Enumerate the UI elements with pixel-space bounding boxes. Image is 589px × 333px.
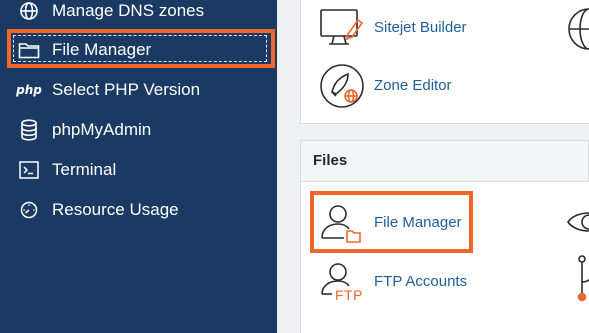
sidebar-item-terminal[interactable]: Terminal — [0, 150, 277, 190]
ftp-icon-text: FTP — [335, 287, 363, 303]
sidebar-item-label: Select PHP Version — [52, 80, 201, 99]
sidebar-item-label: phpMyAdmin — [52, 120, 152, 139]
tool-zone-editor[interactable]: Zone Editor — [318, 62, 478, 110]
ftp-user-icon: FTP — [318, 258, 366, 306]
sidebar-item-select-php-version[interactable]: php Select PHP Version — [0, 70, 277, 110]
tool-label: Zone Editor — [374, 77, 452, 94]
tool-ftp-accounts[interactable]: FTP FTP Accounts — [318, 258, 468, 306]
database-icon — [17, 118, 41, 142]
sidebar-item-label: Manage DNS zones — [52, 1, 205, 20]
tool-label: FTP Accounts — [374, 273, 468, 290]
terminal-icon — [17, 158, 41, 182]
focus-outline — [13, 35, 267, 62]
php-icon-text: php — [16, 83, 42, 97]
sidebar-item-resource-usage[interactable]: Resource Usage — [0, 190, 277, 230]
sidebar-item-label: Resource Usage — [52, 200, 179, 219]
sidebar-item-label: Terminal — [52, 160, 117, 179]
file-manager-tool-highlight — [310, 191, 473, 253]
sitejet-monitor-icon — [318, 4, 366, 52]
tool-sitejet-builder[interactable]: Sitejet Builder — [318, 4, 478, 52]
eye-icon[interactable] — [566, 204, 589, 240]
globe-icon — [17, 0, 41, 23]
sidebar-item-manage-dns-zones[interactable]: Manage DNS zones — [0, 0, 277, 31]
tool-label: Sitejet Builder — [374, 19, 467, 36]
globe-icon[interactable] — [566, 6, 589, 52]
gauge-icon — [17, 198, 41, 222]
git-branch-icon[interactable] — [572, 254, 589, 304]
php-icon: php — [16, 78, 42, 102]
sidebar-item-phpmyadmin[interactable]: phpMyAdmin — [0, 110, 277, 150]
zone-editor-icon — [318, 62, 366, 110]
section-title-files: Files — [313, 152, 348, 169]
